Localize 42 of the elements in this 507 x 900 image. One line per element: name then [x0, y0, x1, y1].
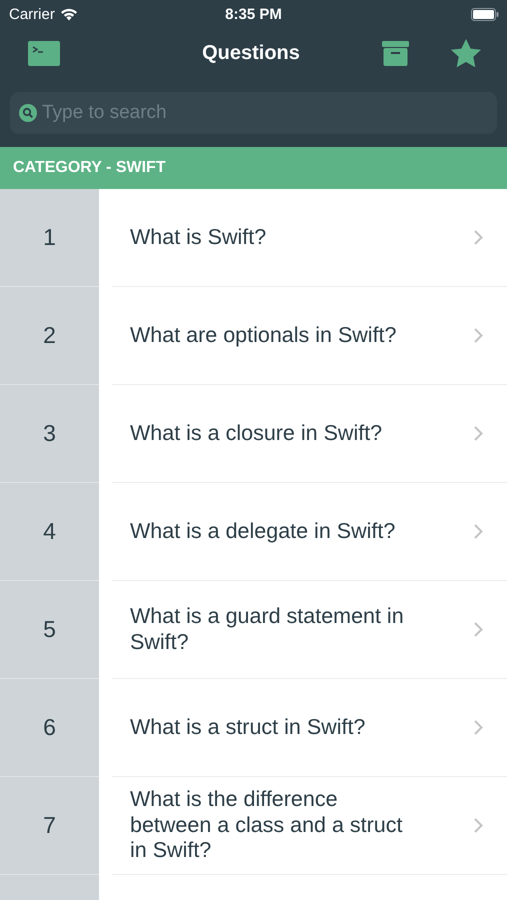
question-row[interactable]: 6 What is a struct in Swift? [0, 679, 507, 777]
terminal-icon [28, 40, 60, 66]
category-header: CATEGORY - SWIFT [0, 147, 507, 189]
wifi-icon [60, 8, 78, 20]
question-text: What is a guard statement in Swift? [130, 604, 405, 656]
question-text: What are optionals in Swift? [130, 322, 398, 348]
question-number: 4 [0, 483, 99, 581]
question-text: What is a delegate in Swift? [130, 518, 396, 544]
search-field[interactable]: Type to search [10, 92, 497, 134]
question-text: What is a closure in Swift? [130, 420, 384, 446]
question-number: 3 [0, 385, 99, 483]
question-row[interactable]: 7 What is the difference between a class and a struct in Swift? [0, 777, 507, 875]
question-row[interactable]: 4 What is a delegate in Swift? [0, 483, 507, 581]
question-row[interactable]: 5 What is a guard statement in Swift? [0, 581, 507, 679]
chevron-icon [474, 230, 483, 245]
chevron-icon [474, 524, 483, 539]
question-row[interactable]: 3 What is a closure in Swift? [0, 385, 507, 483]
chevron-icon [474, 622, 483, 637]
star-icon [451, 38, 481, 68]
question-row[interactable]: 2 What are optionals in Swift? [0, 287, 507, 385]
carrier-label: Carrier [9, 6, 55, 22]
question-text: What is the difference between a class and a struct in Swift? [130, 786, 404, 864]
question-number: 2 [0, 287, 99, 385]
question-number: 5 [0, 581, 99, 679]
favorites-button[interactable] [451, 38, 481, 68]
search-icon [19, 104, 37, 122]
status-time: 8:35 PM [225, 6, 282, 22]
chevron-icon [474, 818, 483, 833]
chevron-icon [474, 328, 483, 343]
chevron-icon [474, 426, 483, 441]
archive-button[interactable] [382, 40, 409, 66]
question-row[interactable]: 1 What is Swift? [0, 189, 507, 287]
nav-title: Questions [201, 42, 301, 64]
battery-icon [471, 8, 499, 20]
terminal-button[interactable] [28, 40, 60, 66]
question-number: 1 [0, 189, 99, 287]
question-text: What is a struct in Swift? [130, 714, 366, 740]
archive-icon [382, 40, 409, 66]
question-number: 7 [0, 777, 99, 875]
question-text: What is Swift? [130, 224, 268, 250]
question-number: 6 [0, 679, 99, 777]
chevron-icon [474, 720, 483, 735]
